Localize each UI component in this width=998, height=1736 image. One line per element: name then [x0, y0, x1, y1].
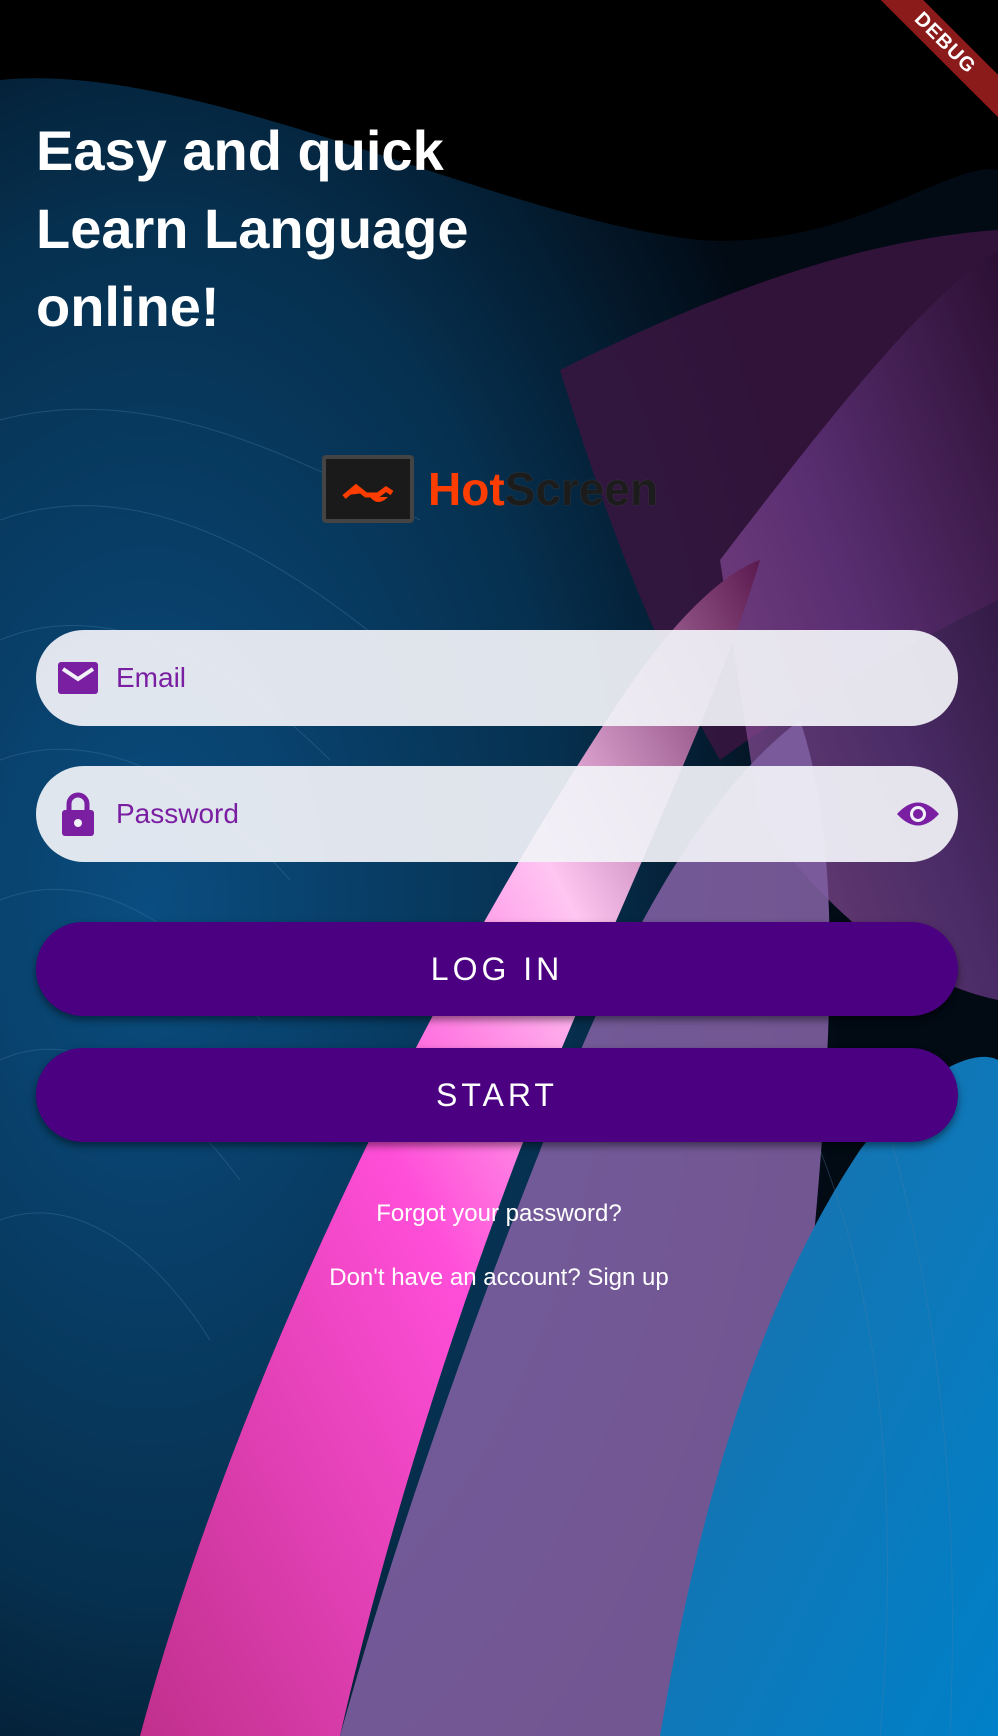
email-placeholder: Email [116, 662, 187, 693]
email-field[interactable]: Email [36, 630, 958, 726]
eye-icon[interactable] [894, 790, 942, 838]
login-button[interactable]: LOG IN [36, 922, 958, 1016]
password-placeholder: Password [116, 798, 239, 829]
headline-line-3: online! [36, 275, 220, 338]
headline-line-1: Easy and quick [36, 119, 444, 182]
headline-line-2: Learn Language [36, 197, 469, 260]
password-field[interactable]: Password [36, 766, 958, 862]
logo-text: HotScreen [428, 462, 658, 516]
logo-monitor-icon [322, 455, 414, 523]
logo-text-hot: Hot [428, 463, 505, 515]
headline: Easy and quick Learn Language online! [36, 112, 469, 346]
start-button[interactable]: START [36, 1048, 958, 1142]
lock-icon [56, 792, 100, 836]
signup-link[interactable]: Don't have an account? Sign up [0, 1264, 998, 1292]
mail-icon [56, 656, 100, 700]
forgot-password-link[interactable]: Forgot your password? [0, 1200, 998, 1228]
logo-text-screen: Screen [504, 463, 659, 515]
app-logo: HotScreen [322, 452, 658, 526]
